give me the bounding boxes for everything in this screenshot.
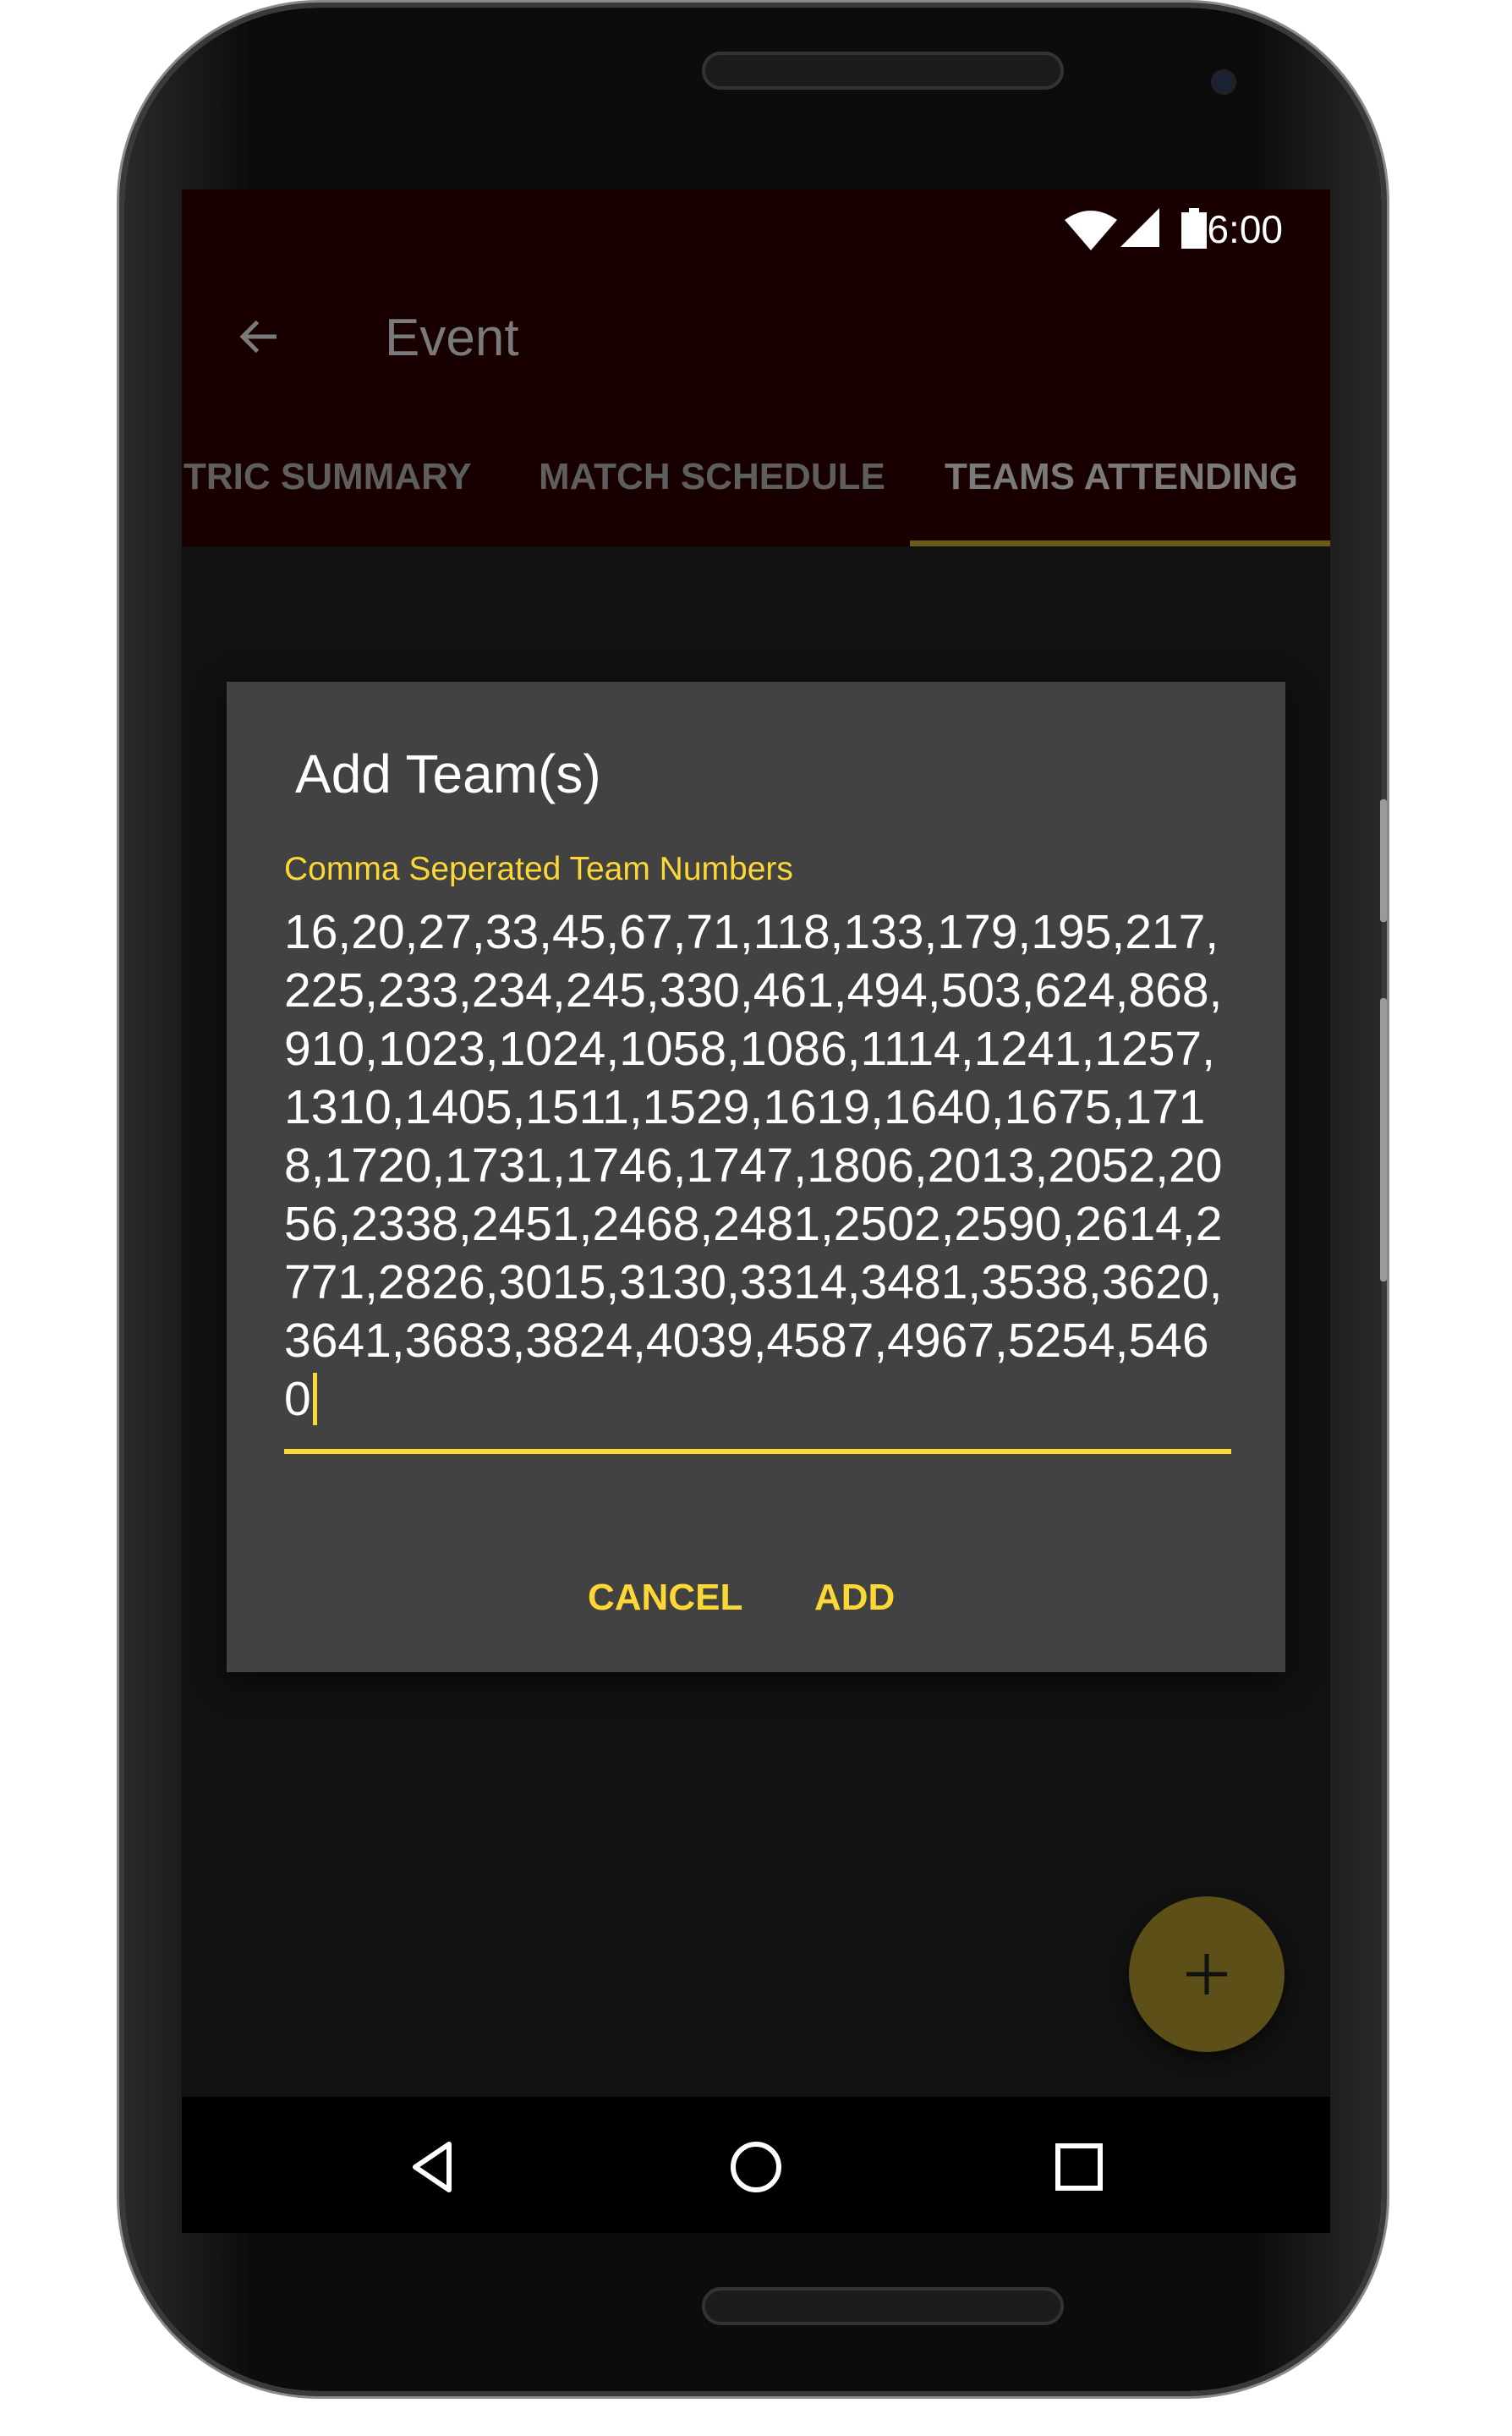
screen: 6:00 Event TRIC SUMMARY MATCH SCHEDULE T… <box>182 189 1330 2233</box>
battery-icon <box>1181 208 1207 249</box>
field-label: Comma Seperated Team Numbers <box>284 851 793 887</box>
back-triangle-icon[interactable] <box>407 2139 463 2195</box>
tab-bar: TRIC SUMMARY MATCH SCHEDULE TEAMS ATTEND… <box>182 407 1330 546</box>
arrow-left-icon[interactable] <box>234 311 285 362</box>
plus-icon <box>1186 1954 1227 1994</box>
volume-button <box>1380 799 1387 922</box>
top-speaker <box>702 52 1064 90</box>
navigation-bar <box>182 2097 1330 2233</box>
tab-metric-summary[interactable]: TRIC SUMMARY <box>184 456 472 498</box>
input-underline <box>284 1449 1231 1454</box>
bottom-speaker <box>702 2287 1064 2325</box>
toolbar: Event <box>182 267 1330 407</box>
add-teams-dialog: Add Team(s) Comma Seperated Team Numbers… <box>227 682 1285 1672</box>
tab-teams-attending[interactable]: TEAMS ATTENDING <box>945 456 1298 498</box>
power-button <box>1380 998 1387 1281</box>
signal-icon <box>1120 208 1159 247</box>
home-circle-icon[interactable] <box>728 2139 784 2195</box>
add-team-fab[interactable] <box>1129 1896 1285 2052</box>
page-title: Event <box>385 309 519 367</box>
tab-match-schedule[interactable]: MATCH SCHEDULE <box>539 456 885 498</box>
team-numbers-input[interactable]: 16,20,27,33,45,67,71,118,133,179,195,217… <box>284 903 1233 1429</box>
dialog-title: Add Team(s) <box>295 743 601 804</box>
status-bar: 6:00 <box>182 189 1330 267</box>
add-button[interactable]: ADD <box>814 1577 895 1619</box>
tab-indicator <box>910 540 1330 546</box>
text-caret <box>312 1373 317 1425</box>
team-numbers-value: 16,20,27,33,45,67,71,118,133,179,195,217… <box>284 905 1223 1426</box>
front-camera <box>1213 72 1234 92</box>
recents-square-icon[interactable] <box>1051 2139 1107 2195</box>
status-time: 6:00 <box>1207 207 1283 251</box>
cancel-button[interactable]: CANCEL <box>588 1577 742 1619</box>
wifi-icon <box>1065 211 1117 250</box>
